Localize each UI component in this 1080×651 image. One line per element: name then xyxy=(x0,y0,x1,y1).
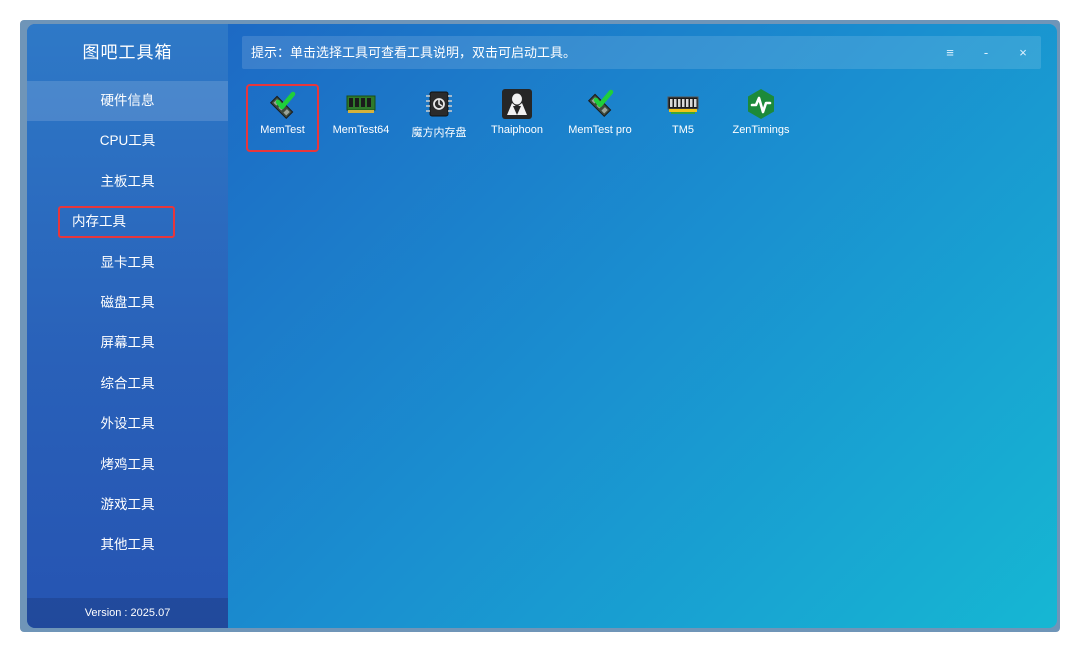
tool-label: Thaiphoon xyxy=(491,124,543,136)
thaiphoon-icon xyxy=(502,89,532,119)
sidebar: 图吧工具箱 硬件信息 CPU工具 主板工具 内存工具 显卡工具 磁盘工具 屏幕工… xyxy=(27,24,228,628)
sidebar-item-cpu-tools[interactable]: CPU工具 xyxy=(27,121,228,161)
sidebar-item-hardware-info[interactable]: 硬件信息 xyxy=(27,81,228,122)
tool-primo-ramdisk[interactable]: 魔方内存盘 xyxy=(402,84,476,152)
memtest-pro-icon xyxy=(587,89,614,118)
chip-icon xyxy=(426,91,452,117)
sidebar-item-label: 显卡工具 xyxy=(100,254,155,270)
tip-text: 提示：单击选择工具可查看工具说明，双击可启动工具。 xyxy=(251,45,577,60)
tool-label: MemTest pro xyxy=(568,124,632,136)
main-content: 提示：单击选择工具可查看工具说明，双击可启动工具。 ≡ - × MemTest xyxy=(228,24,1057,628)
tool-label: MemTest64 xyxy=(332,124,390,136)
tool-thaiphoon[interactable]: Thaiphoon xyxy=(480,84,554,152)
tool-memtest[interactable]: MemTest xyxy=(246,84,319,152)
sidebar-item-disk-tools[interactable]: 磁盘工具 xyxy=(27,283,228,323)
tool-memtest-pro[interactable]: MemTest pro xyxy=(558,84,642,152)
memtest-icon xyxy=(269,91,296,120)
sidebar-item-peripheral-tools[interactable]: 外设工具 xyxy=(27,404,228,444)
tool-label: 魔方内存盘 xyxy=(411,127,467,139)
sidebar-item-general-tools[interactable]: 综合工具 xyxy=(27,364,228,404)
app-title: 图吧工具箱 xyxy=(82,43,173,62)
tool-label: MemTest xyxy=(260,124,305,136)
sidebar-item-game-tools[interactable]: 游戏工具 xyxy=(27,485,228,525)
sidebar-item-label: 外设工具 xyxy=(100,416,155,432)
sidebar-item-motherboard-tools[interactable]: 主板工具 xyxy=(27,162,228,202)
sidebar-item-memory-tools[interactable]: 内存工具 xyxy=(27,202,228,242)
tip-bar: 提示：单击选择工具可查看工具说明，双击可启动工具。 ≡ - × xyxy=(242,36,1041,69)
tm5-icon xyxy=(667,96,699,114)
sidebar-nav: 硬件信息 CPU工具 主板工具 内存工具 显卡工具 磁盘工具 屏幕工具 综合工具 xyxy=(27,81,228,566)
tool-label: ZenTimings xyxy=(732,124,790,136)
tool-zentimings[interactable]: ZenTimings xyxy=(724,84,798,152)
sidebar-item-stress-tools[interactable]: 烤鸡工具 xyxy=(27,445,228,485)
sidebar-item-label: 内存工具 xyxy=(58,206,175,239)
tool-label: TM5 xyxy=(672,124,694,136)
sidebar-item-gpu-tools[interactable]: 显卡工具 xyxy=(27,243,228,283)
sidebar-item-screen-tools[interactable]: 屏幕工具 xyxy=(27,323,228,363)
version-label: Version : 2025.07 xyxy=(27,598,228,628)
menu-icon[interactable]: ≡ xyxy=(938,36,962,69)
close-button[interactable]: × xyxy=(1011,36,1035,69)
sidebar-item-label: 磁盘工具 xyxy=(100,294,155,310)
tool-memtest64[interactable]: MemTest64 xyxy=(324,84,398,152)
zentimings-icon xyxy=(748,89,774,119)
sidebar-item-label: 综合工具 xyxy=(100,375,155,391)
sidebar-item-label: 硬件信息 xyxy=(100,93,155,108)
sidebar-item-label: 主板工具 xyxy=(100,173,155,189)
sidebar-item-label: CPU工具 xyxy=(99,133,156,149)
app-window: 图吧工具箱 硬件信息 CPU工具 主板工具 内存工具 显卡工具 磁盘工具 屏幕工… xyxy=(27,24,1057,628)
sidebar-item-other-tools[interactable]: 其他工具 xyxy=(27,525,228,565)
sidebar-item-label: 游戏工具 xyxy=(100,496,155,512)
tool-tm5[interactable]: TM5 xyxy=(646,84,720,152)
sidebar-item-label: 其他工具 xyxy=(100,537,155,553)
sidebar-item-label: 烤鸡工具 xyxy=(100,456,155,472)
sidebar-item-label: 屏幕工具 xyxy=(100,335,155,351)
ram-stick-icon xyxy=(346,95,376,113)
minimize-button[interactable]: - xyxy=(974,36,998,69)
